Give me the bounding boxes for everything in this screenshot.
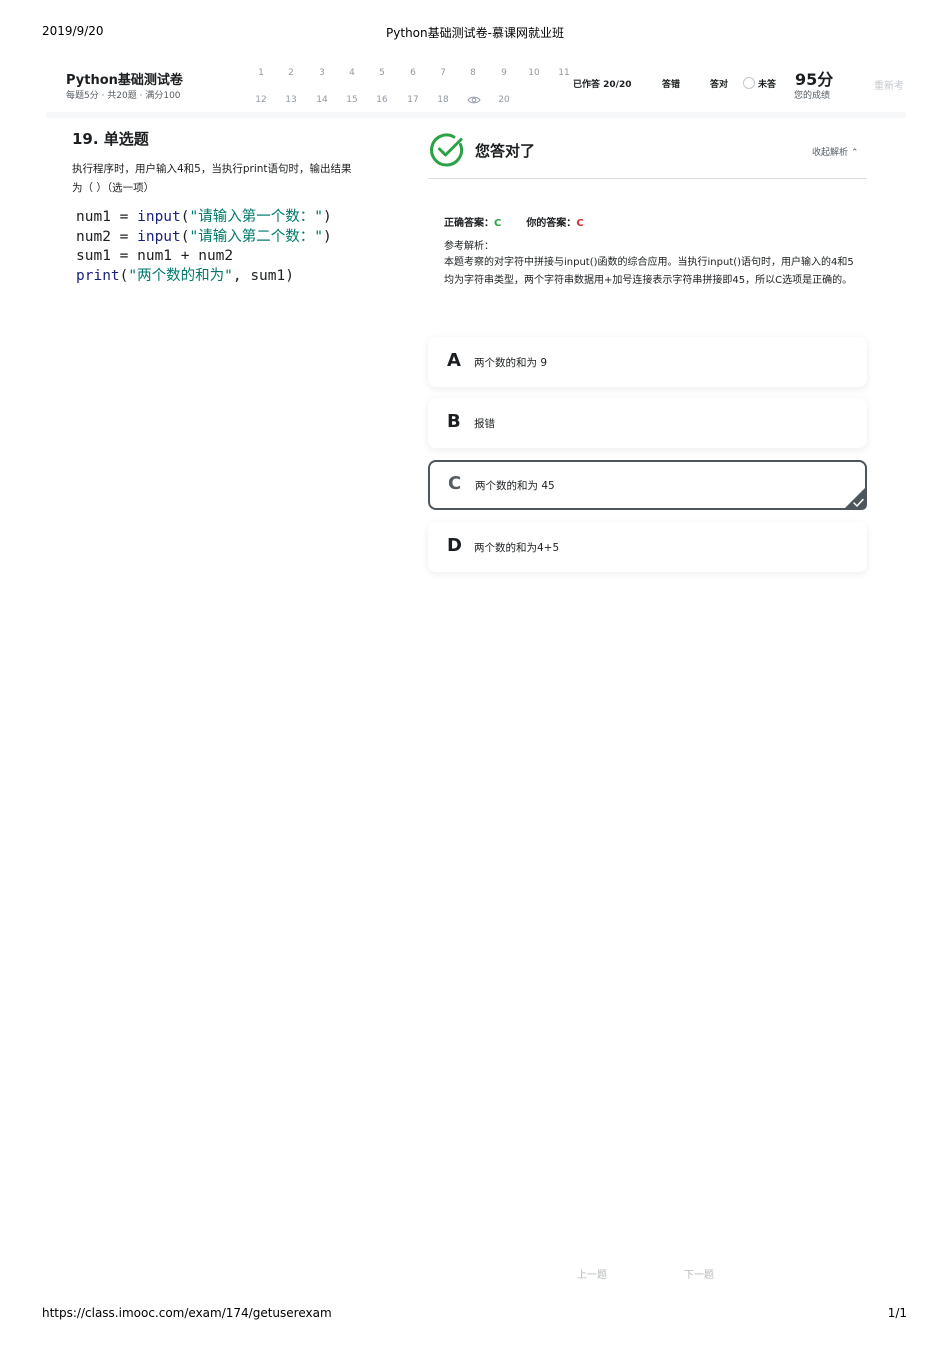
selected-check-icon xyxy=(843,486,867,510)
option-c[interactable]: C 两个数的和为 45 xyxy=(428,460,867,510)
code-paren: ) xyxy=(322,228,332,245)
option-text: 两个数的和为 9 xyxy=(474,357,548,369)
correct-answer-value: C xyxy=(494,218,502,229)
question-nav-20[interactable]: 20 xyxy=(494,95,514,105)
question-nav-11[interactable]: 11 xyxy=(554,68,574,78)
score-label: 您的成绩 xyxy=(794,91,831,101)
stat-right: 答对 xyxy=(710,80,729,90)
option-letter: C xyxy=(448,473,462,494)
code-paren: ( xyxy=(180,209,190,225)
stat-wrong: 答错 xyxy=(662,80,681,90)
prev-question-button[interactable]: 上一题 xyxy=(577,1266,607,1281)
question-title: 19. 单选题 xyxy=(72,130,149,148)
code-var: num2 = xyxy=(76,228,138,245)
code-fn: input xyxy=(137,228,181,245)
question-nav-3[interactable]: 3 xyxy=(312,68,332,78)
option-letter: D xyxy=(447,535,462,556)
code-var: num1 = xyxy=(76,209,138,225)
option-letter: B xyxy=(447,411,461,432)
question-nav-5[interactable]: 5 xyxy=(372,68,392,78)
code-string: "请输入第二个数：" xyxy=(189,228,323,245)
code-rest: , sum1) xyxy=(232,267,294,284)
print-title: Python基础测试卷-慕课网就业班 xyxy=(386,26,564,40)
next-question-button[interactable]: 下一题 xyxy=(684,1266,714,1281)
question-nav-12[interactable]: 12 xyxy=(251,95,271,105)
code-paren: ) xyxy=(322,209,332,225)
code-string: "请输入第一个数：" xyxy=(189,209,323,225)
your-answer-value: C xyxy=(576,218,584,229)
stat-unanswered: 未答 xyxy=(758,80,777,90)
question-nav-2[interactable]: 2 xyxy=(281,68,301,78)
question-nav-7[interactable]: 7 xyxy=(433,68,453,78)
question-nav-1[interactable]: 1 xyxy=(251,68,271,78)
code-fn: print xyxy=(76,267,120,284)
eye-icon[interactable] xyxy=(467,95,481,105)
code-fn: input xyxy=(137,209,181,225)
option-text: 两个数的和为4+5 xyxy=(474,542,560,554)
exam-header: Python基础测试卷 每题5分 · 共20题 · 满分100 1 2 3 4 … xyxy=(46,60,906,118)
option-letter: A xyxy=(447,350,461,371)
score-value: 95分 xyxy=(795,70,834,89)
code-block: num1 = input("请输入第一个数：") num2 = input("请… xyxy=(76,208,332,286)
answer-summary: 正确答案：C 你的答案：C xyxy=(444,214,584,229)
stat-answered: 已作答 20/20 xyxy=(573,80,632,90)
correct-answer-label: 正确答案： xyxy=(444,218,494,229)
divider xyxy=(428,178,867,179)
analysis-text: 本题考察的对字符中拼接与input()函数的综合应用。当执行input()语句时… xyxy=(444,257,854,286)
option-b[interactable]: B 报错 xyxy=(428,398,867,448)
question-nav-9[interactable]: 9 xyxy=(494,68,514,78)
question-nav-14[interactable]: 14 xyxy=(312,95,332,105)
code-line: sum1 = num1 + num2 xyxy=(76,248,234,264)
print-url: https://class.imooc.com/exam/174/getuser… xyxy=(42,1306,332,1320)
question-nav-15[interactable]: 15 xyxy=(342,95,362,105)
check-circle-icon xyxy=(430,133,464,167)
question-nav-16[interactable]: 16 xyxy=(372,95,392,105)
option-text: 报错 xyxy=(474,418,495,430)
question-nav-8[interactable]: 8 xyxy=(463,68,483,78)
collapse-analysis-button[interactable]: 收起解析 ⌃ xyxy=(812,145,858,158)
question-text: 执行程序时，用户输入4和5，当执行print语句时，输出结果为（ ）（选一项） xyxy=(72,163,352,194)
question-nav-4[interactable]: 4 xyxy=(342,68,362,78)
retake-button[interactable]: 重新考 xyxy=(874,77,904,92)
exam-title: Python基础测试卷 xyxy=(66,73,183,88)
result-text: 您答对了 xyxy=(475,142,536,160)
analysis-label: 参考解析： xyxy=(444,241,494,252)
code-string: "两个数的和为" xyxy=(128,267,233,284)
question-nav-13[interactable]: 13 xyxy=(281,95,301,105)
option-a[interactable]: A 两个数的和为 9 xyxy=(428,337,867,387)
option-d[interactable]: D 两个数的和为4+5 xyxy=(428,522,867,572)
unanswered-dot-icon xyxy=(743,77,755,89)
question-nav-17[interactable]: 17 xyxy=(403,95,423,105)
option-text: 两个数的和为 45 xyxy=(475,480,555,492)
question-nav-18[interactable]: 18 xyxy=(433,95,453,105)
question-nav-10[interactable]: 10 xyxy=(524,68,544,78)
question-nav-6[interactable]: 6 xyxy=(403,68,423,78)
your-answer-label: 你的答案： xyxy=(526,218,577,229)
print-page-number: 1/1 xyxy=(887,1306,907,1320)
exam-meta: 每题5分 · 共20题 · 满分100 xyxy=(66,91,181,101)
code-paren: ( xyxy=(180,228,190,245)
